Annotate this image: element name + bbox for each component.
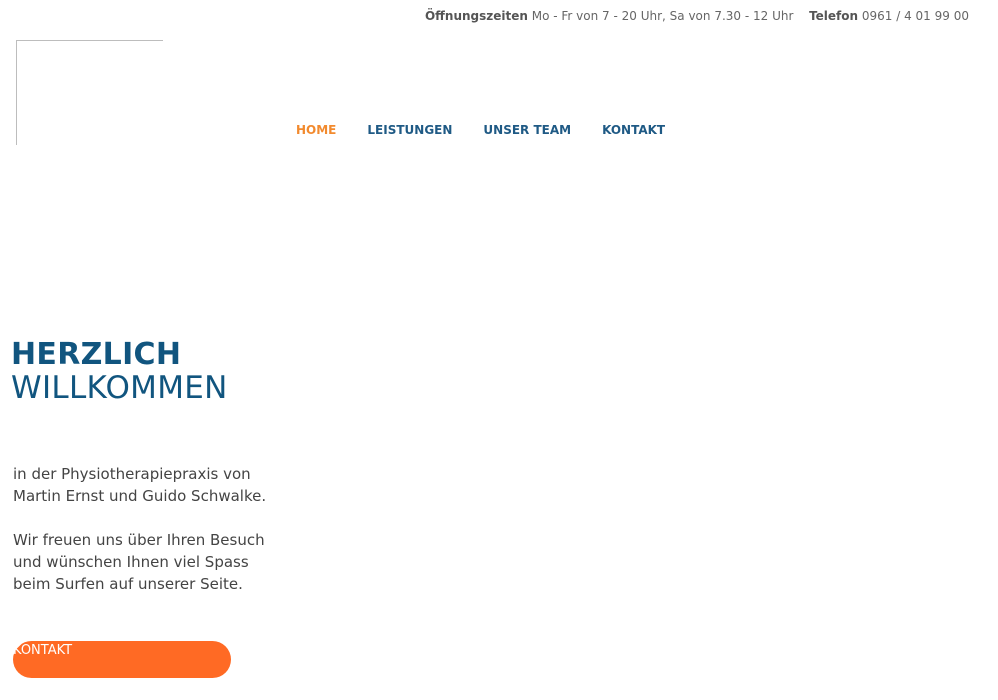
nav-item-kontakt[interactable]: KONTAKT: [602, 123, 665, 137]
main-navigation: HOME LEISTUNGEN UNSER TEAM KONTAKT: [296, 123, 696, 137]
intro-text: in der Physiotherapiepraxis von Martin E…: [13, 463, 283, 617]
intro-paragraph-1: in der Physiotherapiepraxis von Martin E…: [13, 465, 267, 505]
opening-hours-value: Mo - Fr von 7 - 20 Uhr, Sa von 7.30 - 12…: [531, 9, 794, 23]
intro-paragraph-2: Wir freuen uns über Ihren Besuch und wün…: [13, 531, 265, 593]
logo-placeholder[interactable]: [16, 40, 163, 145]
phone-number[interactable]: 0961 / 4 01 99 00: [862, 9, 969, 23]
header-info-bar: Öffnungszeiten Mo - Fr von 7 - 20 Uhr, S…: [425, 9, 969, 23]
phone-label: Telefon: [809, 9, 859, 23]
hero-title-line2: WILLKOMMEN: [11, 370, 228, 406]
nav-item-unser-team[interactable]: UNSER TEAM: [483, 123, 571, 137]
contact-button-label: KONTAKT: [13, 643, 73, 658]
hero-title-line1: HERZLICH: [11, 337, 182, 372]
opening-hours-label: Öffnungszeiten: [424, 9, 528, 23]
hero-title: HERZLICH WILLKOMMEN: [11, 340, 228, 404]
nav-item-home[interactable]: HOME: [296, 123, 336, 137]
nav-item-leistungen[interactable]: LEISTUNGEN: [367, 123, 452, 137]
